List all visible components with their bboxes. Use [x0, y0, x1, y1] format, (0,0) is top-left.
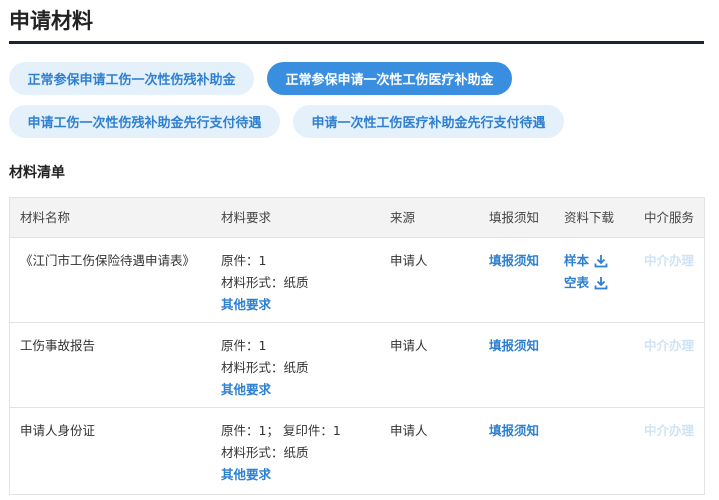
requirement-quantity: 原件：1 — [221, 253, 267, 268]
download-blank-link[interactable]: 空表 — [564, 272, 608, 294]
requirement-form: 材料形式：纸质 — [221, 275, 309, 290]
other-requirements-link[interactable]: 其他要求 — [221, 379, 309, 401]
requirement-quantity: 原件：1 — [221, 338, 267, 353]
header-requirements: 材料要求 — [221, 210, 272, 225]
material-requirements: 原件：1 材料形式：纸质 其他要求 — [221, 250, 309, 316]
material-source: 申请人 — [390, 338, 428, 353]
table-header: 材料名称 材料要求 来源 填报须知 资料下载 中介服务 — [10, 198, 704, 238]
requirement-form: 材料形式：纸质 — [221, 445, 309, 460]
title-divider — [9, 41, 704, 44]
material-source: 申请人 — [390, 253, 428, 268]
notice-link[interactable]: 填报须知 — [489, 420, 539, 442]
material-name: 申请人身份证 — [20, 423, 96, 438]
table-row: 申请人身份证 原件：1； 复印件：1 材料形式：纸质 其他要求 申请人 填报须知… — [10, 408, 704, 494]
header-source: 来源 — [390, 210, 416, 225]
materials-table: 材料名称 材料要求 来源 填报须知 资料下载 中介服务 《江门市工伤保险待遇申请… — [9, 197, 705, 495]
material-requirements: 原件：1； 复印件：1 材料形式：纸质 其他要求 — [221, 420, 341, 486]
page-title: 申请材料 — [9, 9, 93, 33]
download-icon — [594, 277, 608, 290]
download-sample-link[interactable]: 样本 — [564, 250, 608, 272]
other-requirements-link[interactable]: 其他要求 — [221, 464, 341, 486]
requirement-quantity: 原件：1； 复印件：1 — [221, 423, 341, 438]
tab-normal-medical-subsidy[interactable]: 正常参保申请一次性工伤医疗补助金 — [267, 62, 512, 95]
table-row: 《江门市工伤保险待遇申请表》 原件：1 材料形式：纸质 其他要求 申请人 填报须… — [10, 238, 704, 323]
header-download: 资料下载 — [564, 210, 615, 225]
material-source: 申请人 — [390, 423, 428, 438]
material-name: 《江门市工伤保险待遇申请表》 — [20, 253, 196, 268]
other-requirements-link[interactable]: 其他要求 — [221, 294, 309, 316]
tab-advance-medical-subsidy[interactable]: 申请一次性工伤医疗补助金先行支付待遇 — [293, 105, 564, 138]
header-agency: 中介服务 — [644, 210, 695, 225]
section-title: 材料清单 — [9, 165, 65, 181]
download-blank-label: 空表 — [564, 275, 590, 290]
notice-link[interactable]: 填报须知 — [489, 335, 539, 357]
tab-advance-disability-subsidy[interactable]: 申请工伤一次性伤残补助金先行支付待遇 — [9, 105, 280, 138]
notice-link[interactable]: 填报须知 — [489, 250, 539, 272]
agency-service-button[interactable]: 中介办理 — [644, 250, 694, 272]
header-notice: 填报须知 — [489, 210, 540, 225]
tab-normal-disability-subsidy[interactable]: 正常参保申请工伤一次性伤残补助金 — [9, 62, 254, 95]
table-row: 工伤事故报告 原件：1 材料形式：纸质 其他要求 申请人 填报须知 中介办理 — [10, 323, 704, 408]
download-icon — [594, 255, 608, 268]
agency-service-button[interactable]: 中介办理 — [644, 335, 694, 357]
download-sample-label: 样本 — [564, 253, 590, 268]
material-name: 工伤事故报告 — [20, 338, 96, 353]
agency-service-button[interactable]: 中介办理 — [644, 420, 694, 442]
header-material-name: 材料名称 — [20, 210, 71, 225]
requirement-form: 材料形式：纸质 — [221, 360, 309, 375]
material-requirements: 原件：1 材料形式：纸质 其他要求 — [221, 335, 309, 401]
download-links: 样本 空表 — [564, 250, 608, 294]
